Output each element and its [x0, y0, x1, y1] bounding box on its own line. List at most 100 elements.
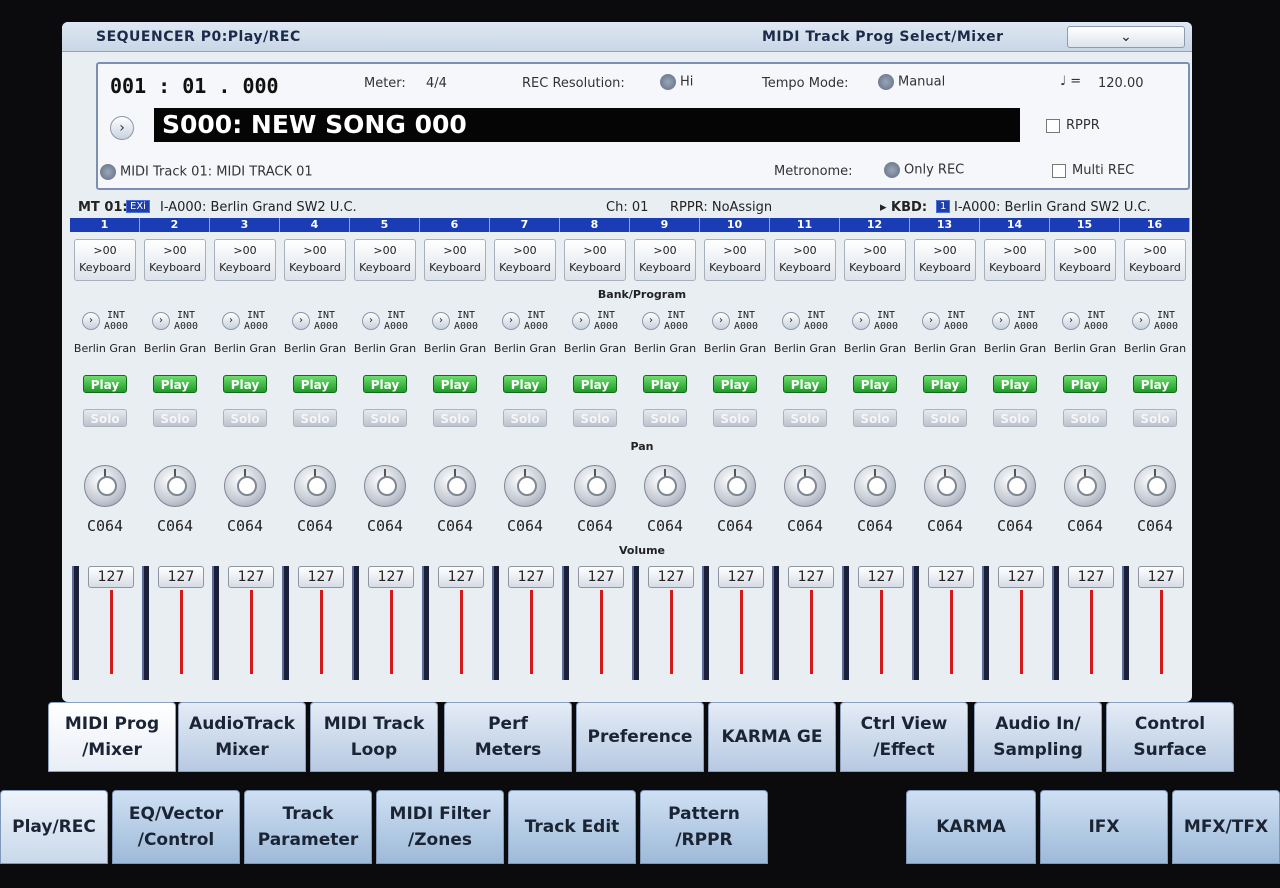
volume-fader[interactable]: 127 [210, 562, 280, 682]
tempo-mode-value[interactable]: Manual [878, 74, 945, 90]
program-select-arrow-icon[interactable]: › [991, 311, 1010, 330]
tab-page[interactable]: Preference [576, 702, 704, 772]
track-number[interactable]: 12 [840, 218, 910, 232]
volume-fader[interactable]: 127 [630, 562, 700, 682]
page-menu-button[interactable]: ⌄ [1067, 26, 1185, 48]
program-select-arrow-icon[interactable]: › [571, 311, 590, 330]
keyboard-button[interactable]: >00 Keyboard [1124, 239, 1186, 281]
bank-program[interactable]: › INT A000 [1131, 310, 1178, 332]
pan-knob[interactable] [924, 465, 966, 507]
track-number[interactable]: 8 [560, 218, 630, 232]
bank-program[interactable]: › INT A000 [361, 310, 408, 332]
keyboard-button[interactable]: >00 Keyboard [144, 239, 206, 281]
volume-value[interactable]: 127 [298, 566, 344, 588]
keyboard-button[interactable]: >00 Keyboard [74, 239, 136, 281]
play-button[interactable]: Play [293, 375, 337, 393]
program-select-arrow-icon[interactable]: › [81, 311, 100, 330]
volume-value[interactable]: 127 [578, 566, 624, 588]
rec-resolution-value[interactable]: Hi [660, 74, 693, 90]
bank-program[interactable]: › INT A000 [291, 310, 338, 332]
volume-fader[interactable]: 127 [490, 562, 560, 682]
track-number[interactable]: 16 [1120, 218, 1190, 232]
pan-knob[interactable] [294, 465, 336, 507]
pan-knob[interactable] [574, 465, 616, 507]
tab-page[interactable]: MIDI Track Loop [310, 702, 438, 772]
program-select-arrow-icon[interactable]: › [291, 311, 310, 330]
bank-program[interactable]: › INT A000 [641, 310, 688, 332]
track-number[interactable]: 13 [910, 218, 980, 232]
volume-value[interactable]: 127 [928, 566, 974, 588]
volume-fader[interactable]: 127 [560, 562, 630, 682]
volume-fader[interactable]: 127 [140, 562, 210, 682]
program-select-arrow-icon[interactable]: › [501, 311, 520, 330]
bank-program[interactable]: › INT A000 [151, 310, 198, 332]
tab-page[interactable]: Control Surface [1106, 702, 1234, 772]
play-button[interactable]: Play [153, 375, 197, 393]
volume-fader[interactable]: 127 [70, 562, 140, 682]
keyboard-button[interactable]: >00 Keyboard [914, 239, 976, 281]
program-select-arrow-icon[interactable]: › [151, 311, 170, 330]
solo-button[interactable]: Solo [573, 409, 617, 427]
program-select-arrow-icon[interactable]: › [1061, 311, 1080, 330]
program-select-arrow-icon[interactable]: › [1131, 311, 1150, 330]
volume-fader[interactable]: 127 [980, 562, 1050, 682]
solo-button[interactable]: Solo [713, 409, 757, 427]
volume-value[interactable]: 127 [438, 566, 484, 588]
pan-knob[interactable] [994, 465, 1036, 507]
pan-knob[interactable] [854, 465, 896, 507]
program-select-arrow-icon[interactable]: › [711, 311, 730, 330]
volume-value[interactable]: 127 [158, 566, 204, 588]
tab-mode[interactable]: Track Parameter [244, 790, 372, 864]
program-select-arrow-icon[interactable]: › [921, 311, 940, 330]
volume-fader[interactable]: 127 [770, 562, 840, 682]
volume-value[interactable]: 127 [88, 566, 134, 588]
volume-fader[interactable]: 127 [1050, 562, 1120, 682]
track-number[interactable]: 3 [210, 218, 280, 232]
play-button[interactable]: Play [1063, 375, 1107, 393]
volume-value[interactable]: 127 [998, 566, 1044, 588]
track-number[interactable]: 6 [420, 218, 490, 232]
pan-knob[interactable] [1064, 465, 1106, 507]
keyboard-button[interactable]: >00 Keyboard [704, 239, 766, 281]
track-number[interactable]: 15 [1050, 218, 1120, 232]
tab-page[interactable]: AudioTrack Mixer [178, 702, 306, 772]
volume-value[interactable]: 127 [1138, 566, 1184, 588]
solo-button[interactable]: Solo [993, 409, 1037, 427]
solo-button[interactable]: Solo [433, 409, 477, 427]
play-button[interactable]: Play [853, 375, 897, 393]
volume-fader[interactable]: 127 [840, 562, 910, 682]
bank-program[interactable]: › INT A000 [851, 310, 898, 332]
pan-knob[interactable] [504, 465, 546, 507]
play-button[interactable]: Play [923, 375, 967, 393]
pan-knob[interactable] [434, 465, 476, 507]
track-number[interactable]: 7 [490, 218, 560, 232]
program-select-arrow-icon[interactable]: › [221, 311, 240, 330]
pan-knob[interactable] [784, 465, 826, 507]
solo-button[interactable]: Solo [923, 409, 967, 427]
track-select[interactable]: MIDI Track 01: MIDI TRACK 01 [100, 164, 313, 180]
pan-knob[interactable] [1134, 465, 1176, 507]
play-button[interactable]: Play [783, 375, 827, 393]
bank-program[interactable]: › INT A000 [1061, 310, 1108, 332]
keyboard-button[interactable]: >00 Keyboard [354, 239, 416, 281]
keyboard-button[interactable]: >00 Keyboard [844, 239, 906, 281]
tab-page[interactable]: MIDI Prog /Mixer [48, 702, 176, 772]
solo-button[interactable]: Solo [293, 409, 337, 427]
play-button[interactable]: Play [993, 375, 1037, 393]
metronome-value[interactable]: Only REC [884, 162, 964, 178]
solo-button[interactable]: Solo [1063, 409, 1107, 427]
tab-page[interactable]: Audio In/ Sampling [974, 702, 1102, 772]
play-button[interactable]: Play [83, 375, 127, 393]
track-number[interactable]: 14 [980, 218, 1050, 232]
volume-fader[interactable]: 127 [1120, 562, 1190, 682]
volume-value[interactable]: 127 [1068, 566, 1114, 588]
play-button[interactable]: Play [433, 375, 477, 393]
solo-button[interactable]: Solo [783, 409, 827, 427]
play-button[interactable]: Play [713, 375, 757, 393]
play-button[interactable]: Play [503, 375, 547, 393]
pan-knob[interactable] [154, 465, 196, 507]
song-position[interactable]: 001 : 01 . 000 [110, 74, 279, 98]
tab-mode[interactable]: KARMA [906, 790, 1036, 864]
tab-mode[interactable]: Play/REC [0, 790, 108, 864]
track-number[interactable]: 11 [770, 218, 840, 232]
